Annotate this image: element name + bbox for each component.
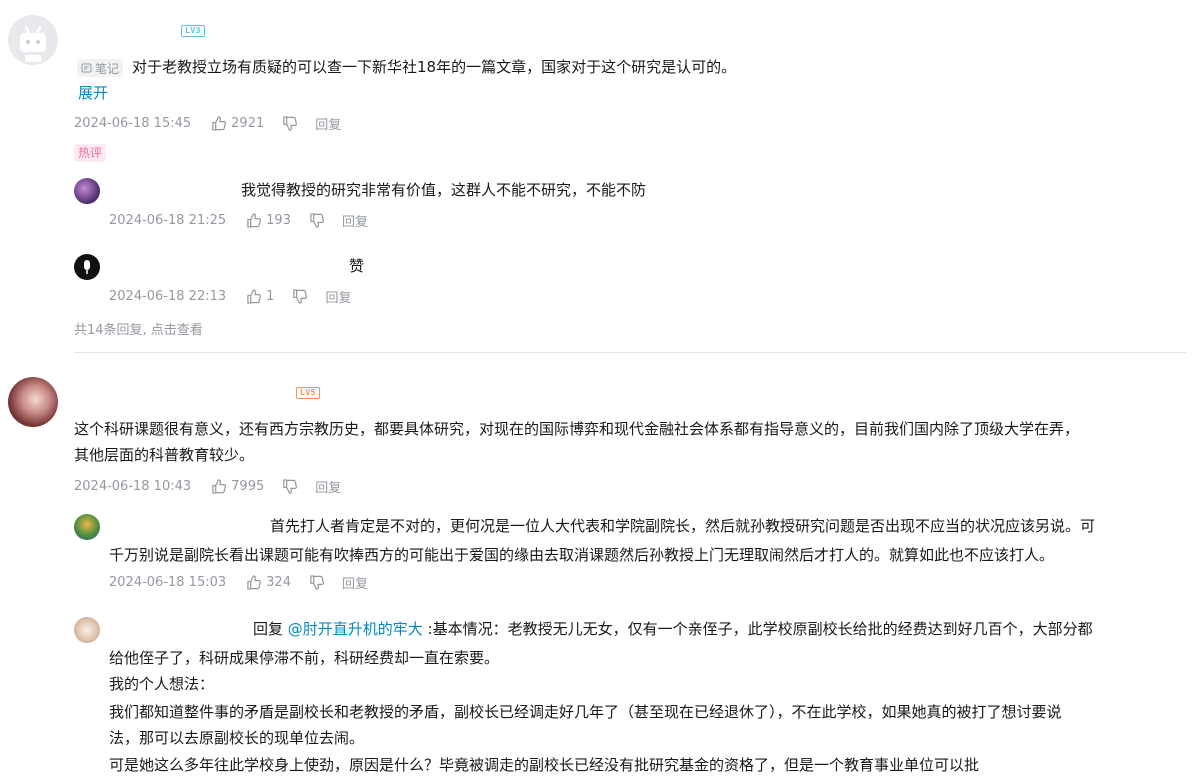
avatar[interactable] bbox=[74, 254, 100, 280]
avatar[interactable] bbox=[8, 15, 58, 65]
dislike-button[interactable] bbox=[309, 574, 324, 590]
avatar[interactable] bbox=[74, 178, 100, 204]
timestamp: 2024-06-18 21:25 bbox=[109, 212, 227, 228]
divider bbox=[74, 352, 1186, 353]
reply-prefix: 回复 bbox=[253, 620, 288, 638]
thumbs-down-icon bbox=[283, 478, 298, 494]
comment-text: 对于老教授立场有质疑的可以查一下新华社18年的一篇文章，国家对于这个研究是认可的… bbox=[132, 58, 737, 76]
like-button[interactable]: 7995 bbox=[211, 479, 264, 494]
timestamp: 2024-06-18 22:13 bbox=[109, 288, 227, 304]
level-badge: LV5 bbox=[296, 387, 320, 399]
comment-text: 这个科研课题很有意义，还有西方宗教历史，都要具体研究，对现在的国际博弈和现代金融… bbox=[74, 420, 1080, 438]
reply-button[interactable]: 回复 bbox=[325, 287, 351, 306]
like-button[interactable]: 324 bbox=[246, 575, 291, 590]
reply-meta: 2024-06-18 22:13 1 回复 bbox=[109, 287, 351, 306]
comment-text-continued: 其他层面的科普教育较少。 bbox=[74, 446, 255, 464]
reply-text: 回复 @肘开直升机的牢大 :基本情况：老教授无儿无女，仅有一个亲侄子，此学校原副… bbox=[253, 616, 1093, 642]
timestamp: 2024-06-18 10:43 bbox=[74, 478, 192, 494]
thumbs-down-icon bbox=[310, 212, 324, 228]
like-button[interactable]: 2921 bbox=[211, 116, 264, 131]
thumbs-up-icon bbox=[247, 288, 262, 304]
thumbs-up-icon bbox=[247, 574, 262, 590]
like-button[interactable]: 193 bbox=[246, 213, 291, 228]
reply-text: 赞 bbox=[349, 257, 365, 275]
mention-link[interactable]: @肘开直升机的牢大 bbox=[288, 620, 423, 638]
like-count: 193 bbox=[266, 212, 291, 228]
thumbs-up-icon bbox=[212, 478, 227, 494]
reply-text: 我觉得教授的研究非常有价值，这群人不能不研究，不能不防 bbox=[241, 181, 647, 199]
like-count: 1 bbox=[266, 288, 275, 304]
comment-meta: 2024-06-18 15:45 2921 回复 bbox=[74, 114, 341, 133]
note-icon bbox=[81, 63, 92, 73]
reply-button[interactable]: 回复 bbox=[342, 211, 368, 230]
avatar[interactable] bbox=[74, 617, 100, 643]
like-count: 324 bbox=[266, 574, 291, 590]
thumbs-up-icon bbox=[247, 212, 262, 228]
hot-comment-tag: 热评 bbox=[74, 144, 107, 162]
reply-text-continued: 给他侄子了，科研成果停滞不前，科研经费却一直在索要。 bbox=[109, 649, 500, 667]
timestamp: 2024-06-18 15:03 bbox=[109, 574, 227, 590]
reply-text: 首先打人者肯定是不对的，更何况是一位人大代表和学院副院长，然后就孙教授研究问题是… bbox=[270, 517, 1096, 535]
comment-meta: 2024-06-18 10:43 7995 回复 bbox=[74, 477, 341, 496]
view-more-replies[interactable]: 共14条回复, 点击查看 bbox=[74, 319, 203, 338]
note-tag-label: 笔记 bbox=[95, 61, 120, 76]
thumbs-up-icon bbox=[212, 115, 227, 131]
bilibili-tv-icon bbox=[20, 25, 46, 62]
reply-button[interactable]: 回复 bbox=[315, 477, 341, 496]
reply-meta: 2024-06-18 15:03 324 回复 bbox=[109, 573, 368, 592]
reply-button[interactable]: 回复 bbox=[342, 573, 368, 592]
expand-button[interactable]: 展开 bbox=[78, 80, 108, 106]
reply-text-continued: 法，那可以去原副校长的现单位去闹。 bbox=[109, 729, 365, 747]
reply-text-rest: :基本情况：老教授无儿无女，仅有一个亲侄子，此学校原副校长给批的经费达到好几百个… bbox=[422, 620, 1093, 638]
level-badge: LV3 bbox=[181, 25, 205, 37]
like-count: 7995 bbox=[231, 478, 265, 494]
avatar[interactable] bbox=[8, 377, 58, 427]
thumbs-down-icon bbox=[310, 574, 324, 590]
reply-text-continued: 我们都知道整件事的矛盾是副校长和老教授的矛盾，副校长已经调走好几年了（甚至现在已… bbox=[109, 703, 1062, 721]
note-tag[interactable]: 笔记 bbox=[77, 59, 124, 77]
dislike-button[interactable] bbox=[292, 288, 308, 304]
like-button[interactable]: 1 bbox=[246, 289, 274, 304]
reply-meta: 2024-06-18 21:25 193 回复 bbox=[109, 211, 368, 230]
thumbs-down-icon bbox=[293, 288, 308, 304]
like-count: 2921 bbox=[231, 115, 265, 131]
avatar[interactable] bbox=[74, 514, 100, 540]
thumbs-down-icon bbox=[283, 115, 298, 131]
microphone-icon bbox=[84, 260, 90, 274]
timestamp: 2024-06-18 15:45 bbox=[74, 115, 192, 131]
reply-text-continued: 千万别说是副院长看出课题可能有吹捧西方的可能出于爱国的缘由去取消课题然后孙教授上… bbox=[109, 546, 1055, 564]
reply-text-continued: 可是她这么多年往此学校身上使劲，原因是什么？毕竟被调走的副校长已经没有批研究基金… bbox=[109, 756, 980, 774]
dislike-button[interactable] bbox=[309, 212, 324, 228]
reply-text-continued: 我的个人想法： bbox=[109, 675, 215, 693]
dislike-button[interactable] bbox=[282, 115, 298, 131]
dislike-button[interactable] bbox=[282, 478, 298, 494]
reply-button[interactable]: 回复 bbox=[315, 114, 341, 133]
